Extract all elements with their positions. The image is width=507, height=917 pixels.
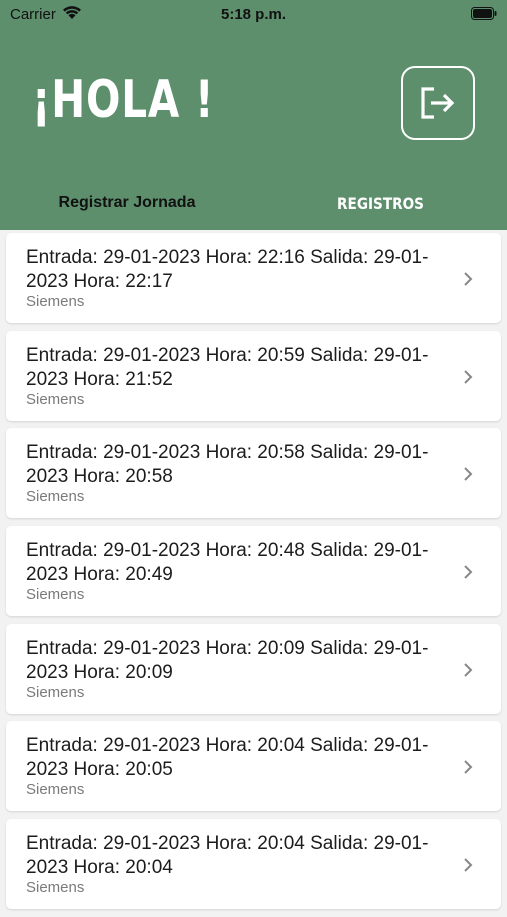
tab-label: REGISTROS	[337, 193, 424, 213]
record-company: Siemens	[26, 293, 85, 310]
tab-registrar-jornada[interactable]: Registrar Jornada	[0, 176, 254, 230]
record-title: Entrada: 29-01-2023 Hora: 20:04 Salida: …	[26, 833, 429, 879]
status-bar: Carrier 5:18 p.m.	[0, 0, 507, 30]
chevron-right-icon	[464, 663, 473, 677]
list-item[interactable]: Entrada: 29-01-2023 Hora: 22:16 Salida: …	[6, 233, 501, 323]
list-item[interactable]: Entrada: 29-01-2023 Hora: 20:48 Salida: …	[6, 526, 501, 617]
chevron-right-icon	[464, 760, 473, 775]
record-company: Siemens	[26, 488, 85, 506]
list-item[interactable]: Entrada: 29-01-2023 Hora: 20:04 Salida: …	[6, 721, 501, 812]
record-title: Entrada: 29-01-2023 Hora: 20:58 Salida: …	[26, 442, 429, 488]
page-title: ¡HOLA !	[32, 70, 215, 130]
record-company: Siemens	[26, 683, 85, 701]
logout-icon	[421, 87, 455, 119]
list-item[interactable]: Entrada: 29-01-2023 Hora: 20:09 Salida: …	[6, 623, 501, 714]
list-item[interactable]: Entrada: 29-01-2023 Hora: 20:59 Salida: …	[6, 330, 501, 421]
chevron-right-icon	[464, 858, 473, 872]
record-title: Entrada: 29-01-2023 Hora: 20:09 Salida: …	[26, 637, 429, 683]
record-title: Entrada: 29-01-2023 Hora: 22:16 Salida: …	[26, 247, 429, 292]
list-item[interactable]: Entrada: 29-01-2023 Hora: 20:58 Salida: …	[6, 428, 501, 519]
tab-indicator	[0, 226, 254, 230]
record-company: Siemens	[26, 781, 85, 799]
chevron-right-icon	[464, 565, 473, 579]
chevron-right-icon	[464, 369, 473, 384]
tab-bar: Registrar Jornada REGISTROS	[0, 176, 507, 230]
record-title: Entrada: 29-01-2023 Hora: 20:59 Salida: …	[26, 344, 429, 390]
record-company: Siemens	[26, 390, 85, 408]
logout-button[interactable]	[401, 66, 475, 140]
record-title: Entrada: 29-01-2023 Hora: 20:48 Salida: …	[26, 540, 429, 586]
list-item[interactable]: Entrada: 29-01-2023 Hora: 20:04 Salida: …	[6, 819, 501, 910]
record-title: Entrada: 29-01-2023 Hora: 20:04 Salida: …	[26, 735, 429, 781]
record-company: Siemens	[26, 586, 85, 604]
chevron-right-icon	[464, 467, 473, 482]
battery-icon	[471, 7, 497, 20]
tab-label: Registrar Jornada	[58, 194, 196, 211]
record-company: Siemens	[26, 879, 85, 897]
tab-registros[interactable]: REGISTROS	[273, 176, 488, 230]
records-list: Entrada: 29-01-2023 Hora: 22:16 Salida: …	[6, 233, 501, 917]
chevron-right-icon	[464, 272, 473, 286]
status-time: 5:18 p.m.	[220, 6, 287, 23]
